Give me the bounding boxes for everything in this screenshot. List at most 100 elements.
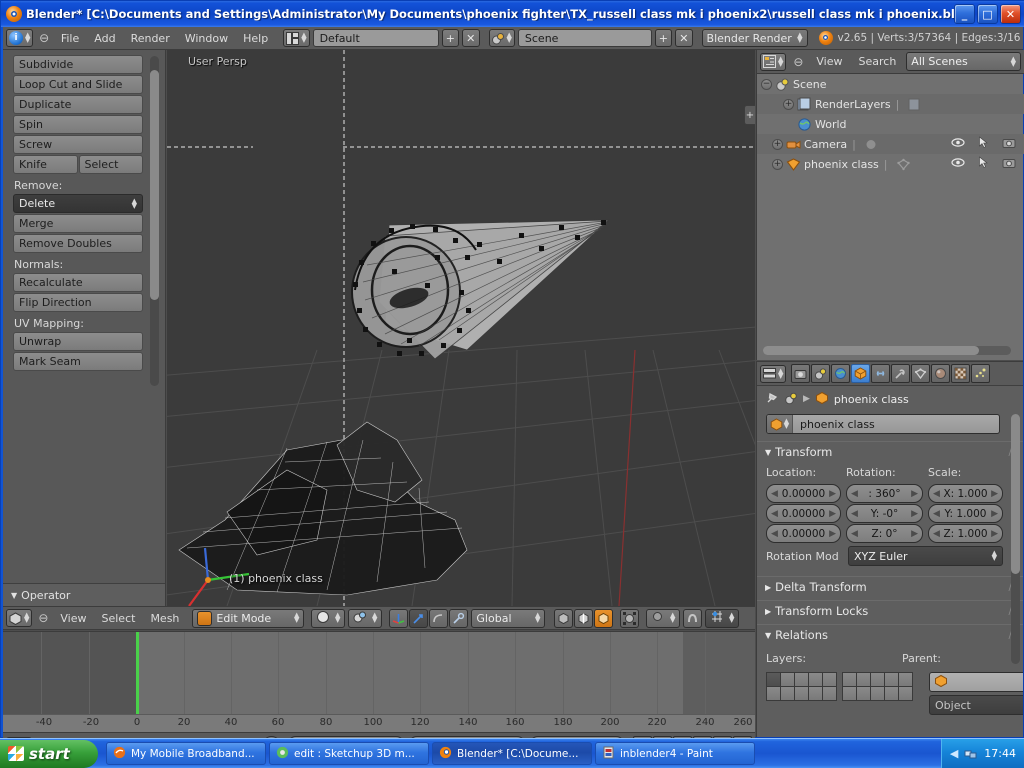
tool-mark-seam[interactable]: Mark Seam: [13, 352, 143, 371]
layer-cell[interactable]: [871, 673, 884, 686]
taskbar-item-blender[interactable]: Blender* [C:\Docume...: [432, 742, 592, 765]
rotation-y-field[interactable]: ◀Y: -0°▶: [846, 504, 923, 523]
viewport-3d[interactable]: User Persp (1) phoenix class +: [167, 50, 755, 606]
layers-widget[interactable]: [766, 672, 913, 701]
add-scene-button[interactable]: +: [655, 29, 672, 47]
menu-window[interactable]: Window: [179, 32, 234, 45]
editor-type-button[interactable]: i ▲▼: [6, 29, 33, 47]
maximize-button[interactable]: □: [977, 4, 998, 24]
snap-element-dropdown[interactable]: ▲▼: [705, 609, 739, 628]
tool-shelf-scrollbar[interactable]: [150, 56, 159, 386]
outliner-menu-search[interactable]: Search: [853, 55, 903, 68]
screen-layout-icon-button[interactable]: ▲▼: [283, 29, 309, 47]
face-select-button[interactable]: [594, 609, 613, 628]
operator-panel-header[interactable]: ▼ Operator: [3, 583, 166, 606]
outliner-scrollbar[interactable]: [763, 346, 1011, 355]
playhead[interactable]: [136, 632, 139, 714]
tab-object-data[interactable]: [911, 364, 930, 383]
layer-cell[interactable]: [823, 673, 836, 686]
layer-cell[interactable]: [857, 687, 870, 700]
tab-material[interactable]: [931, 364, 950, 383]
tool-spin[interactable]: Spin: [13, 115, 143, 134]
outliner-editor-type-button[interactable]: ▲▼: [760, 53, 786, 71]
transform-locks-panel-header[interactable]: ▶ Transform Locks ////: [757, 600, 1023, 621]
viewport-shading-dropdown[interactable]: ▲▼: [311, 609, 345, 628]
scale-x-field[interactable]: ◀X: 1.000▶: [928, 484, 1003, 503]
pin-icon[interactable]: [765, 391, 779, 408]
manipulator-toggle-button[interactable]: [389, 609, 408, 628]
layer-cell[interactable]: [899, 687, 912, 700]
layer-cell[interactable]: [767, 687, 780, 700]
tool-delete-dropdown[interactable]: Delete ▲▼: [13, 194, 143, 213]
layer-cell[interactable]: [781, 673, 794, 686]
add-layout-button[interactable]: +: [442, 29, 459, 47]
scale-z-field[interactable]: ◀Z: 1.000▶: [928, 524, 1003, 543]
restrict-render-icon[interactable]: [1002, 157, 1016, 172]
tool-duplicate[interactable]: Duplicate: [13, 95, 143, 114]
tool-unwrap[interactable]: Unwrap: [13, 332, 143, 351]
delete-layout-button[interactable]: ✕: [462, 29, 479, 47]
transform-orientation-dropdown[interactable]: Global ▲▼: [471, 609, 545, 628]
transform-panel-header[interactable]: ▼ Transform ////: [757, 441, 1023, 462]
layer-cell[interactable]: [823, 687, 836, 700]
rotation-mode-dropdown[interactable]: XYZ Euler ▲▼: [848, 546, 1003, 566]
layer-cell[interactable]: [809, 687, 822, 700]
outliner-row-phoenix-class[interactable]: + phoenix class |: [757, 154, 1024, 174]
taskbar-item-sketchup[interactable]: edit : Sketchup 3D m...: [269, 742, 429, 765]
expand-toggle-icon[interactable]: +: [772, 139, 783, 150]
parent-type-dropdown[interactable]: Object ▲▼: [929, 695, 1023, 715]
collapse-menu-icon[interactable]: ⊖: [35, 609, 51, 627]
limit-selection-visible-button[interactable]: [620, 609, 639, 628]
delete-scene-button[interactable]: ✕: [675, 29, 692, 47]
rotate-manipulator-button[interactable]: [429, 609, 448, 628]
properties-editor-type-button[interactable]: ▲▼: [760, 365, 786, 383]
timeline-ruler[interactable]: -40 -20 0 20 40 60 80 100 120 140 160 18…: [3, 714, 755, 732]
collapse-menu-icon[interactable]: ⊖: [790, 53, 806, 71]
location-y-field[interactable]: ◀0.00000▶: [766, 504, 841, 523]
restrict-select-icon[interactable]: [978, 156, 989, 172]
menu-render[interactable]: Render: [125, 32, 176, 45]
tab-particles[interactable]: [971, 364, 990, 383]
scene-icon-button[interactable]: ▲▼: [489, 29, 515, 47]
proportional-edit-dropdown[interactable]: ▲▼: [646, 609, 680, 628]
tool-merge[interactable]: Merge: [13, 214, 143, 233]
layer-cell[interactable]: [871, 687, 884, 700]
menu-file[interactable]: File: [55, 32, 85, 45]
expand-toggle-icon[interactable]: +: [783, 99, 794, 110]
collapse-toggle-icon[interactable]: −: [761, 79, 772, 90]
scene-field[interactable]: Scene: [518, 29, 652, 47]
start-button[interactable]: start: [0, 740, 98, 768]
layers-grid-left[interactable]: [766, 672, 837, 701]
viewport-menu-view[interactable]: View: [54, 612, 92, 625]
taskbar-item-paint[interactable]: inblender4 - Paint: [595, 742, 755, 765]
tab-texture[interactable]: [951, 364, 970, 383]
location-x-field[interactable]: ◀0.00000▶: [766, 484, 841, 503]
layer-cell[interactable]: [781, 687, 794, 700]
tab-modifiers[interactable]: [891, 364, 910, 383]
tool-screw[interactable]: Screw: [13, 135, 143, 154]
edge-select-button[interactable]: [574, 609, 593, 628]
outliner-row-renderlayers[interactable]: + RenderLayers |: [757, 94, 1024, 114]
collapse-menu-icon[interactable]: ⊖: [36, 29, 51, 47]
parent-object-field[interactable]: [929, 672, 1023, 692]
menu-help[interactable]: Help: [237, 32, 274, 45]
layer-cell[interactable]: [795, 687, 808, 700]
outliner-menu-view[interactable]: View: [810, 55, 848, 68]
scale-y-field[interactable]: ◀Y: 1.000▶: [928, 504, 1003, 523]
restrict-view-icon[interactable]: [951, 157, 965, 171]
properties-scrollbar[interactable]: [1011, 414, 1020, 664]
screen-layout-field[interactable]: Default: [313, 29, 439, 47]
breadcrumb-scene-icon[interactable]: [784, 391, 798, 408]
tray-expand-icon[interactable]: ◀: [950, 747, 958, 760]
viewport-properties-tab[interactable]: +: [744, 105, 755, 125]
pivot-point-dropdown[interactable]: ▲▼: [348, 609, 382, 628]
minimize-button[interactable]: _: [954, 4, 975, 24]
layers-grid-right[interactable]: [842, 672, 913, 701]
object-name-field[interactable]: ▲▼ phoenix class: [766, 414, 1000, 434]
rotation-x-field[interactable]: ◀: 360°▶: [846, 484, 923, 503]
layer-cell[interactable]: [843, 673, 856, 686]
close-button[interactable]: ✕: [1000, 4, 1021, 24]
tab-object[interactable]: [851, 364, 870, 383]
outliner-row-camera[interactable]: + Camera |: [757, 134, 1024, 154]
snap-magnet-button[interactable]: [683, 609, 702, 628]
